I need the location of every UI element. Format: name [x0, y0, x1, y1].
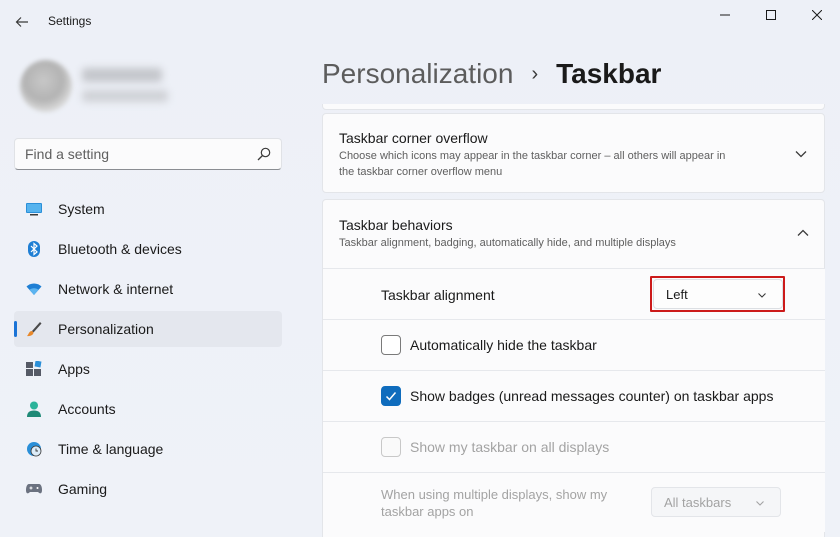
- search-box: [14, 138, 282, 170]
- card-title: Taskbar behaviors: [339, 217, 453, 233]
- show-badges-label[interactable]: Show badges (unread messages counter) on…: [410, 388, 773, 404]
- taskbar-alignment-label: Taskbar alignment: [381, 287, 495, 303]
- back-arrow-icon: [15, 17, 28, 27]
- app-title: Settings: [48, 14, 92, 28]
- sidebar-item-time-language[interactable]: Time & language: [14, 431, 282, 467]
- card-description: Choose which icons may appear in the tas…: [339, 150, 726, 162]
- card-title: Taskbar corner overflow: [339, 130, 488, 146]
- globe-clock-icon: [26, 441, 42, 457]
- taskbar-corner-overflow-card[interactable]: Taskbar corner overflow Choose which ico…: [322, 113, 825, 193]
- wifi-icon: [26, 281, 42, 297]
- taskbar-alignment-row: Taskbar alignment Left: [323, 268, 825, 319]
- show-badges-checkbox[interactable]: [381, 386, 401, 406]
- card-description: Taskbar alignment, badging, automaticall…: [339, 237, 676, 249]
- chevron-down-icon: [756, 501, 764, 506]
- avatar: [20, 60, 72, 112]
- window-controls: [702, 0, 840, 30]
- multi-display-dropdown[interactable]: All taskbars: [651, 487, 781, 517]
- sidebar-item-label: Time & language: [58, 441, 164, 457]
- show-badges-row: Show badges (unread messages counter) on…: [323, 370, 825, 421]
- sidebar-item-bluetooth[interactable]: Bluetooth & devices: [14, 231, 282, 267]
- sidebar-item-personalization[interactable]: Personalization: [14, 311, 282, 347]
- taskbar-alignment-dropdown[interactable]: Left: [653, 279, 783, 309]
- sidebar-item-label: Network & internet: [58, 281, 174, 297]
- sidebar-item-network[interactable]: Network & internet: [14, 271, 282, 307]
- gamepad-icon: [26, 481, 42, 497]
- maximize-button[interactable]: [748, 0, 794, 30]
- close-button[interactable]: [794, 0, 840, 30]
- dropdown-value: Left: [666, 287, 688, 302]
- taskbar-behaviors-card: Taskbar behaviors Taskbar alignment, bad…: [322, 199, 825, 537]
- person-icon: [26, 401, 42, 417]
- card-description: the taskbar corner overflow menu: [339, 166, 503, 178]
- sidebar-item-label: Gaming: [58, 481, 108, 497]
- minimize-icon: [720, 14, 730, 16]
- close-icon: [812, 10, 822, 20]
- sidebar-item-accounts[interactable]: Accounts: [14, 391, 282, 427]
- user-email-redacted: [82, 90, 168, 102]
- breadcrumb: Personalization › Taskbar: [322, 54, 661, 94]
- maximize-icon: [766, 10, 776, 20]
- breadcrumb-parent-link[interactable]: Personalization: [322, 58, 513, 90]
- dropdown-value: All taskbars: [664, 495, 732, 510]
- sidebar-item-system[interactable]: System: [14, 191, 282, 227]
- settings-content: Taskbar corner overflow Choose which ico…: [322, 104, 825, 537]
- back-button[interactable]: [10, 10, 34, 34]
- checkmark-icon: [385, 392, 397, 401]
- brush-icon: [26, 321, 42, 337]
- taskbar-behaviors-header[interactable]: Taskbar behaviors Taskbar alignment, bad…: [323, 200, 825, 268]
- sidebar-item-apps[interactable]: Apps: [14, 351, 282, 387]
- multi-display-row: When using multiple displays, show my ta…: [323, 472, 825, 532]
- sidebar-item-label: Personalization: [58, 321, 154, 337]
- monitor-icon: [26, 201, 42, 217]
- sidebar-item-label: Accounts: [58, 401, 116, 417]
- settings-window: Settings Syst: [0, 0, 840, 537]
- sidebar-item-label: System: [58, 201, 105, 217]
- multi-display-label: taskbar apps on: [381, 504, 474, 519]
- title-bar: Settings: [0, 0, 840, 44]
- multi-display-label: When using multiple displays, show my: [381, 487, 608, 502]
- sidebar-item-label: Bluetooth & devices: [58, 241, 182, 257]
- sidebar-item-gaming[interactable]: Gaming: [14, 471, 282, 507]
- chevron-down-icon: [758, 293, 766, 298]
- all-displays-checkbox[interactable]: [381, 437, 401, 457]
- chevron-down-icon[interactable]: [794, 147, 808, 161]
- breadcrumb-separator-icon: ›: [531, 62, 539, 85]
- search-icon[interactable]: [257, 147, 271, 161]
- search-input[interactable]: [15, 139, 245, 169]
- apps-icon: [26, 361, 42, 377]
- page-title: Taskbar: [556, 58, 662, 89]
- minimize-button[interactable]: [702, 0, 748, 30]
- user-name-redacted: [82, 68, 162, 82]
- previous-card-edge: [322, 104, 825, 110]
- sidebar-nav: System Bluetooth & devices Network & int…: [14, 191, 282, 511]
- chevron-up-icon[interactable]: [796, 226, 810, 240]
- auto-hide-label[interactable]: Automatically hide the taskbar: [410, 337, 597, 353]
- bluetooth-icon: [26, 241, 42, 257]
- all-displays-label[interactable]: Show my taskbar on all displays: [410, 439, 609, 455]
- all-displays-row: Show my taskbar on all displays: [323, 421, 825, 472]
- sidebar-item-label: Apps: [58, 361, 90, 377]
- auto-hide-row: Automatically hide the taskbar: [323, 319, 825, 370]
- auto-hide-checkbox[interactable]: [381, 335, 401, 355]
